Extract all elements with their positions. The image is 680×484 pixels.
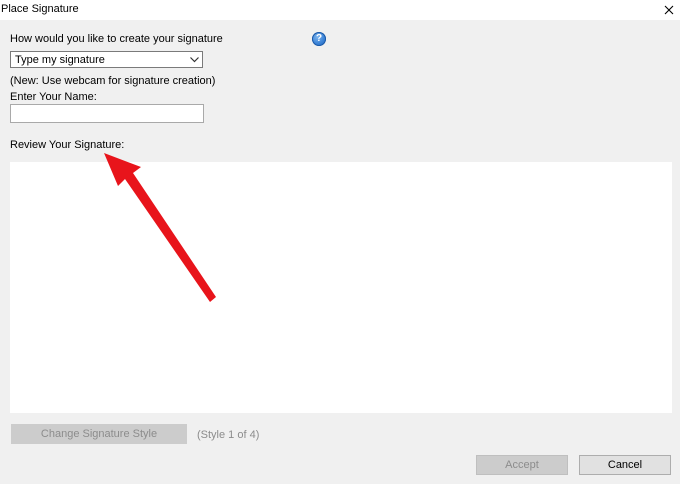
signature-method-value: Type my signature: [15, 54, 105, 66]
webcam-note: (New: Use webcam for signature creation): [10, 75, 216, 87]
signature-preview-area: [10, 162, 672, 413]
cancel-button[interactable]: Cancel: [579, 455, 671, 475]
close-button[interactable]: [658, 0, 680, 20]
change-signature-style-button[interactable]: Change Signature Style: [11, 424, 187, 444]
name-label: Enter Your Name:: [10, 91, 97, 103]
style-counter: (Style 1 of 4): [197, 429, 260, 441]
name-input[interactable]: [10, 104, 204, 123]
review-signature-label: Review Your Signature:: [10, 139, 125, 151]
title-bar: Place Signature: [0, 0, 680, 20]
close-icon: [664, 5, 674, 15]
signature-method-dropdown[interactable]: Type my signature: [10, 51, 203, 68]
create-prompt-label: How would you like to create your signat…: [10, 33, 223, 45]
help-icon[interactable]: ?: [312, 32, 326, 46]
window-title: Place Signature: [1, 3, 79, 15]
accept-button[interactable]: Accept: [476, 455, 568, 475]
chevron-down-icon: [187, 52, 202, 67]
